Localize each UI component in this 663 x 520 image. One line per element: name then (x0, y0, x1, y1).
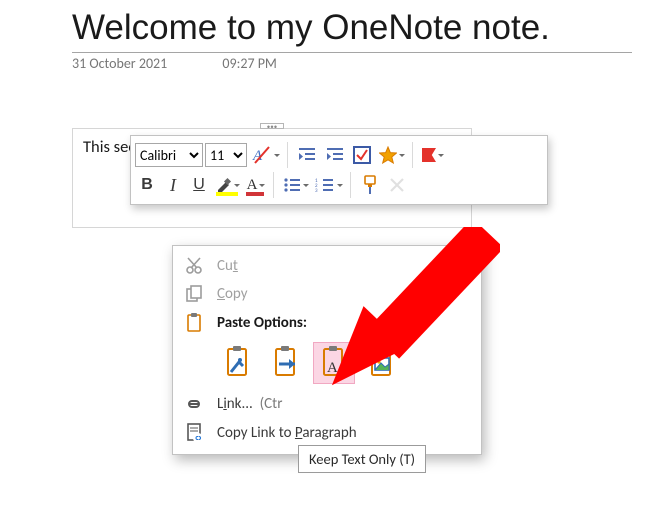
bold-button[interactable]: B (135, 172, 159, 198)
paste-keep-source-button[interactable] (217, 342, 259, 384)
menu-copy-link-paragraph[interactable]: Copy Link to Paragraph (173, 418, 481, 448)
font-name-select[interactable]: Calibri (135, 143, 203, 167)
clipboard-icon (183, 313, 205, 333)
copy-paragraph-link-icon (183, 423, 205, 443)
highlight-button[interactable] (213, 172, 241, 198)
menu-copy[interactable]: Copy (173, 280, 481, 308)
underline-button[interactable]: U (187, 172, 211, 198)
flag-button[interactable] (419, 142, 445, 168)
paste-text-only-button[interactable]: A (313, 342, 355, 384)
context-menu: Cut Copy Paste Options: A Link... (Ctr (172, 245, 482, 455)
font-color-button[interactable]: A (243, 172, 267, 198)
svg-text:3: 3 (315, 188, 318, 193)
page-meta: 31 October 2021 09:27 PM (72, 55, 663, 72)
container-handle[interactable]: ••• (260, 123, 284, 129)
numbering-button[interactable]: 123 (312, 172, 344, 198)
scissors-icon (183, 257, 205, 275)
paste-picture-button[interactable] (361, 342, 403, 384)
italic-button[interactable]: I (161, 172, 185, 198)
svg-text:A: A (327, 360, 338, 376)
menu-cut-label: Cut (217, 257, 238, 275)
tooltip-keep-text-only: Keep Text Only (T) (298, 445, 426, 473)
menu-paste-header: Paste Options: (173, 308, 481, 338)
page-time: 09:27 PM (222, 55, 277, 72)
title-divider (72, 52, 632, 53)
styles-button[interactable]: A (249, 142, 281, 168)
menu-copy-link-label: Copy Link to Paragraph (217, 424, 357, 442)
mini-toolbar: Calibri 11 A B I U A (130, 135, 548, 205)
tags-button[interactable] (376, 142, 406, 168)
menu-link-label: Link... (Ctr (217, 395, 282, 413)
menu-copy-label: Copy (217, 285, 248, 303)
increase-indent-button[interactable] (322, 142, 348, 168)
link-icon (183, 397, 205, 411)
todo-tag-button[interactable] (350, 142, 374, 168)
paste-options-label: Paste Options: (217, 314, 307, 332)
flag-icon (422, 148, 436, 162)
page-title[interactable]: Welcome to my OneNote note. (72, 0, 663, 48)
decrease-indent-button[interactable] (294, 142, 320, 168)
delete-button[interactable] (385, 172, 409, 198)
format-painter-button[interactable] (357, 172, 383, 198)
menu-cut[interactable]: Cut (173, 252, 481, 280)
bullets-button[interactable] (280, 172, 310, 198)
font-size-select[interactable]: 11 (205, 143, 247, 167)
page-date: 31 October 2021 (72, 55, 167, 72)
copy-icon (183, 285, 205, 303)
paste-merge-button[interactable] (265, 342, 307, 384)
menu-link[interactable]: Link... (Ctr (173, 390, 481, 418)
